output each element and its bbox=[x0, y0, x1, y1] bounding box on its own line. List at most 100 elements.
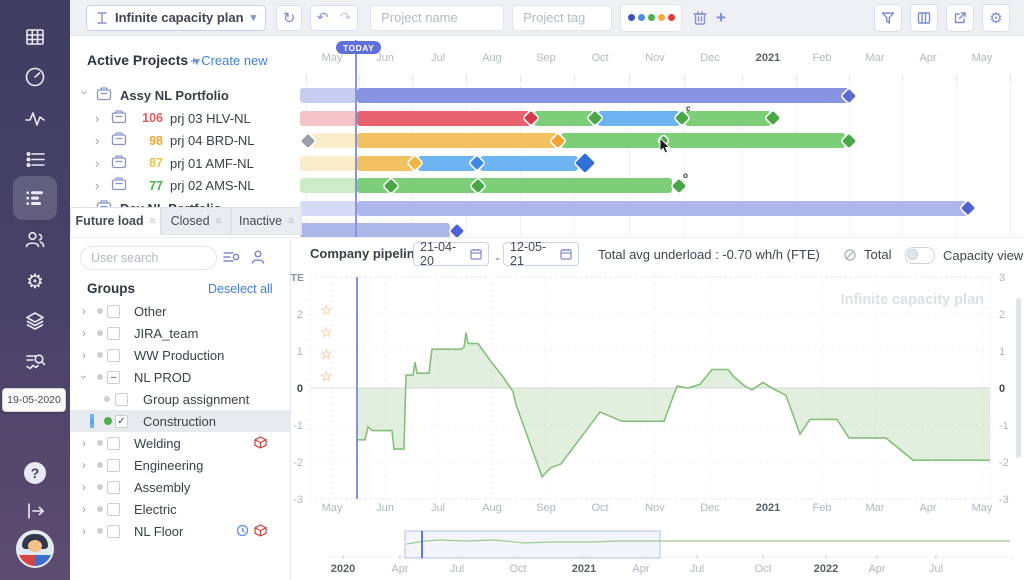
group-item-nl-prod[interactable]: ›–NL PROD☆ bbox=[70, 366, 290, 388]
timeline-selection-window[interactable] bbox=[405, 531, 660, 558]
toggle-switch-off[interactable] bbox=[905, 247, 935, 264]
checkbox-empty[interactable] bbox=[107, 349, 120, 362]
logout-icon[interactable] bbox=[0, 498, 70, 524]
group-item-engineering[interactable]: ›Engineering bbox=[70, 454, 290, 476]
checkbox-empty[interactable] bbox=[107, 437, 120, 450]
gantt-bar-segment[interactable] bbox=[300, 201, 357, 216]
chevron-icon[interactable]: › bbox=[82, 326, 86, 340]
group-item-jira_team[interactable]: ›JIRA_team☆ bbox=[70, 322, 290, 344]
redo-button[interactable]: ↷ bbox=[340, 9, 352, 26]
group-item-electric[interactable]: ›Electric bbox=[70, 498, 290, 520]
help-icon[interactable]: ? bbox=[0, 460, 70, 486]
sidebar-item-gantt-active[interactable] bbox=[13, 176, 57, 220]
gantt-bar-segment[interactable] bbox=[312, 133, 357, 148]
settings-button[interactable]: ⚙ bbox=[982, 4, 1010, 32]
checkbox-indeterminate[interactable]: – bbox=[107, 371, 120, 384]
gantt-row-label[interactable]: ›106prj 03 HLV-NL bbox=[70, 107, 302, 129]
sort-filter-icon[interactable] bbox=[222, 249, 240, 270]
chevron-icon[interactable]: › bbox=[95, 178, 105, 193]
gantt-bar-segment[interactable] bbox=[534, 111, 594, 126]
milestone-diamond[interactable] bbox=[575, 153, 595, 173]
chevron-icon[interactable]: › bbox=[95, 156, 105, 171]
grid-icon[interactable] bbox=[0, 24, 70, 50]
chevron-icon[interactable]: › bbox=[95, 111, 105, 126]
checkbox-empty[interactable] bbox=[107, 327, 120, 340]
gantt-bar-segment[interactable] bbox=[300, 88, 357, 103]
tab-closed[interactable]: Closed≡ bbox=[161, 207, 231, 235]
active-projects-title[interactable]: Active Projects▾ bbox=[87, 52, 200, 68]
gantt-row-label[interactable]: ›77prj 02 AMS-NL bbox=[70, 175, 302, 197]
chevron-icon[interactable]: › bbox=[95, 133, 105, 148]
chevron-icon[interactable]: › bbox=[82, 480, 86, 494]
gantt-bar-segment[interactable] bbox=[357, 178, 672, 193]
gantt-bar-segment[interactable] bbox=[300, 178, 357, 193]
create-new-button[interactable]: + Create new bbox=[190, 53, 268, 68]
deselect-all-link[interactable]: Deselect all bbox=[208, 282, 273, 296]
user-icon[interactable] bbox=[250, 249, 266, 270]
export-button[interactable] bbox=[946, 4, 974, 32]
layers-icon[interactable] bbox=[0, 308, 70, 334]
gantt-bar-segment[interactable] bbox=[300, 111, 357, 126]
gauge-icon[interactable] bbox=[0, 64, 70, 90]
people-icon[interactable] bbox=[0, 226, 70, 252]
chevron-icon[interactable]: › bbox=[77, 375, 91, 379]
gantt-bar-segment[interactable] bbox=[598, 111, 680, 126]
group-item-other[interactable]: ›Other☆ bbox=[70, 300, 290, 322]
user-search-input[interactable] bbox=[80, 246, 217, 270]
columns-button[interactable] bbox=[910, 4, 938, 32]
group-item-assembly[interactable]: ›Assembly bbox=[70, 476, 290, 498]
gantt-bar-segment[interactable] bbox=[357, 201, 968, 216]
gantt-bar-segment[interactable] bbox=[418, 156, 476, 171]
gantt-row-label[interactable]: ›98prj 04 BRD-NL bbox=[70, 130, 302, 152]
checkbox-empty[interactable] bbox=[107, 525, 120, 538]
trash-icon[interactable] bbox=[692, 9, 708, 26]
gantt-bar-segment[interactable] bbox=[480, 156, 578, 171]
milestone-diamond[interactable] bbox=[450, 223, 464, 237]
chevron-icon[interactable]: › bbox=[82, 524, 86, 538]
gantt-bar-segment[interactable] bbox=[357, 133, 558, 148]
gantt-bar-segment[interactable] bbox=[685, 111, 771, 126]
tab-inactive[interactable]: Inactive≡ bbox=[231, 207, 302, 235]
chevron-icon[interactable]: › bbox=[82, 458, 86, 472]
plan-selector-dropdown[interactable]: Infinite capacity plan ▾ bbox=[86, 5, 266, 31]
gantt-bar-segment[interactable] bbox=[357, 88, 849, 103]
chevron-icon[interactable]: › bbox=[82, 304, 86, 318]
group-item-nl-floor[interactable]: ›NL Floor bbox=[70, 520, 290, 542]
timeline-navigator[interactable]: 2020AprJulOct2021AprJulOct2022AprJul bbox=[290, 528, 1024, 580]
chevron-icon[interactable]: › bbox=[82, 502, 86, 516]
gantt-bar-segment[interactable] bbox=[357, 156, 414, 171]
checkbox-empty[interactable] bbox=[107, 305, 120, 318]
group-item-ww-production[interactable]: ›WW Production☆ bbox=[70, 344, 290, 366]
chevron-icon[interactable]: › bbox=[78, 91, 93, 101]
gantt-row-label[interactable]: ›87prj 01 AMF-NL bbox=[70, 152, 302, 174]
gantt-bar-segment[interactable] bbox=[300, 223, 450, 238]
gantt-bar-segment[interactable] bbox=[300, 156, 357, 171]
date-to-input[interactable]: 12-05-21 bbox=[503, 242, 579, 266]
gear-icon[interactable]: ⚙ bbox=[0, 268, 70, 294]
project-name-input[interactable] bbox=[370, 5, 504, 31]
date-from-input[interactable]: 21-04-20 bbox=[413, 242, 489, 266]
list-icon[interactable] bbox=[0, 146, 70, 172]
chevron-icon[interactable]: › bbox=[90, 414, 94, 428]
avatar[interactable] bbox=[0, 530, 70, 568]
tag-color-dots[interactable] bbox=[620, 4, 682, 32]
capacity-view-toggle[interactable]: Capacity view bbox=[905, 247, 1023, 264]
checkbox-empty[interactable] bbox=[115, 393, 128, 406]
checkbox-empty[interactable] bbox=[107, 459, 120, 472]
add-button[interactable]: + bbox=[716, 8, 726, 28]
filter-button[interactable] bbox=[874, 4, 902, 32]
checkbox-empty[interactable] bbox=[107, 481, 120, 494]
tab-future-load[interactable]: Future load≡ bbox=[70, 207, 161, 235]
checkbox-empty[interactable] bbox=[107, 503, 120, 516]
pulse-icon[interactable] bbox=[0, 106, 70, 132]
total-toggle[interactable]: Total bbox=[843, 247, 891, 262]
checkbox-checked[interactable]: ✓ bbox=[115, 415, 128, 428]
group-item-group-assignment[interactable]: Group assignment bbox=[70, 388, 290, 410]
group-item-construction[interactable]: ›✓Construction bbox=[70, 410, 290, 432]
chevron-icon[interactable]: › bbox=[82, 436, 86, 450]
project-tag-input[interactable] bbox=[512, 5, 612, 31]
search-list-icon[interactable] bbox=[0, 348, 70, 374]
gantt-row-label[interactable]: ›Assy NL Portfolio bbox=[70, 85, 302, 107]
vertical-scrollbar[interactable] bbox=[1016, 298, 1021, 458]
gantt-bar-segment[interactable] bbox=[561, 133, 845, 148]
